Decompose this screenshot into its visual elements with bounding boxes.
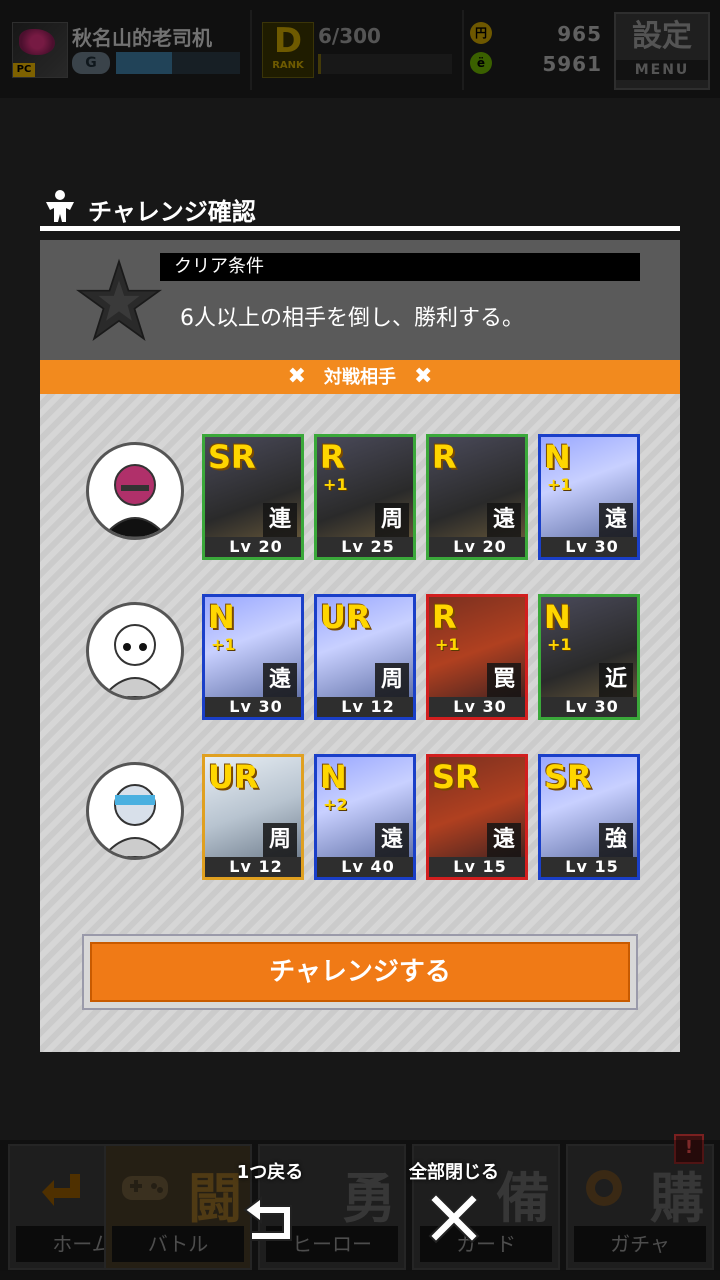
card-rarity: SR [432, 758, 480, 796]
opponent-card[interactable]: SR 強 Lv 15 [538, 754, 640, 880]
card-rarity: SR [208, 438, 256, 476]
card-rarity: N [320, 758, 347, 796]
card-level: Lv 20 [205, 537, 301, 557]
card-rarity: UR [320, 598, 371, 636]
close-all-label: 全部閉じる [409, 1162, 499, 1183]
card-type-badge: 遠 [487, 503, 521, 537]
opponents-label: 対戦相手 [324, 367, 396, 388]
opponent-portrait-icon [101, 464, 169, 537]
close-icon [428, 1192, 480, 1244]
opponent-row: UR 周 Lv 12 N +2 遠 Lv 40 SR 遠 Lv 15 SR 強 Lv 15 [40, 754, 680, 884]
card-plus: +1 [547, 475, 572, 494]
card-rarity: R [320, 438, 345, 476]
dialog-title: チャレンジ確認 [88, 198, 256, 226]
card-level: Lv 30 [541, 537, 637, 557]
opponent-card[interactable]: N +1 近 Lv 30 [538, 594, 640, 720]
challenge-dialog: クリア条件 6人以上の相手を倒し、勝利する。 ✖ 対戦相手 ✖ SR 連 Lv 20 R +… [40, 240, 680, 1052]
card-type-badge: 罠 [487, 663, 521, 697]
card-type-badge: 連 [263, 503, 297, 537]
opponents-header: ✖ 対戦相手 ✖ [40, 360, 680, 394]
opponent-portrait-icon [101, 784, 169, 857]
card-level: Lv 40 [317, 857, 413, 877]
card-type-badge: 遠 [375, 823, 409, 857]
opponent-row: SR 連 Lv 20 R +1 周 Lv 25 R 遠 Lv 20 N +1 遠 Lv 30 [40, 434, 680, 564]
card-level: Lv 30 [429, 697, 525, 717]
card-type-badge: 周 [375, 503, 409, 537]
card-type-badge: 遠 [599, 503, 633, 537]
card-level: Lv 25 [317, 537, 413, 557]
challenge-button[interactable]: チャレンジする [82, 934, 638, 1010]
card-rarity: N [544, 438, 571, 476]
opponent-portrait-icon [101, 624, 169, 697]
card-rarity: N [544, 598, 571, 636]
opponent-card[interactable]: N +1 遠 Lv 30 [202, 594, 304, 720]
close-all-control[interactable]: 全部閉じる [396, 1158, 512, 1244]
card-type-badge: 強 [599, 823, 633, 857]
card-rarity: UR [208, 758, 259, 796]
card-level: Lv 15 [429, 857, 525, 877]
card-type-badge: 遠 [263, 663, 297, 697]
card-rarity: N [208, 598, 235, 636]
challenge-button-label: チャレンジする [90, 942, 630, 1002]
card-rarity: R [432, 438, 457, 476]
cross-icon: ✖ [414, 364, 433, 389]
opponent-card[interactable]: UR 周 Lv 12 [314, 594, 416, 720]
opponent-card[interactable]: UR 周 Lv 12 [202, 754, 304, 880]
card-rarity: R [432, 598, 457, 636]
card-plus: +1 [435, 635, 460, 654]
opponent-card[interactable]: R +1 周 Lv 25 [314, 434, 416, 560]
condition-text: 6人以上の相手を倒し、勝利する。 [180, 306, 524, 331]
star-icon [76, 258, 162, 342]
opponent-card[interactable]: R +1 罠 Lv 30 [426, 594, 528, 720]
opponent-card[interactable]: N +2 遠 Lv 40 [314, 754, 416, 880]
card-type-badge: 周 [375, 663, 409, 697]
card-type-badge: 近 [599, 663, 633, 697]
card-level: Lv 30 [541, 697, 637, 717]
card-plus: +1 [323, 475, 348, 494]
opponent-avatar[interactable] [86, 762, 184, 860]
dialog-title-bar: チャレンジ確認 [42, 184, 682, 228]
opponent-card[interactable]: SR 遠 Lv 15 [426, 754, 528, 880]
nav-dim [0, 1140, 720, 1280]
card-rarity: SR [544, 758, 592, 796]
undo-arrow-icon [243, 1196, 292, 1241]
fighter-icon [46, 190, 74, 222]
card-level: Lv 12 [317, 697, 413, 717]
card-level: Lv 15 [541, 857, 637, 877]
opponent-card[interactable]: SR 連 Lv 20 [202, 434, 304, 560]
opponent-avatar[interactable] [86, 602, 184, 700]
opponent-card[interactable]: N +1 遠 Lv 30 [538, 434, 640, 560]
title-underline [40, 226, 680, 231]
card-type-badge: 周 [263, 823, 297, 857]
back-control[interactable]: 1つ戻る [218, 1158, 322, 1244]
card-type-badge: 遠 [487, 823, 521, 857]
card-plus: +2 [323, 795, 348, 814]
card-level: Lv 20 [429, 537, 525, 557]
cross-icon: ✖ [287, 364, 306, 389]
card-level: Lv 12 [205, 857, 301, 877]
card-plus: +1 [211, 635, 236, 654]
card-level: Lv 30 [205, 697, 301, 717]
card-plus: +1 [547, 635, 572, 654]
back-label: 1つ戻る [236, 1162, 304, 1183]
opponent-card[interactable]: R 遠 Lv 20 [426, 434, 528, 560]
opponent-row: N +1 遠 Lv 30 UR 周 Lv 12 R +1 罠 Lv 30 N +1 近 Lv 30 [40, 594, 680, 724]
condition-label: クリア条件 [160, 253, 640, 281]
clear-condition-section: クリア条件 6人以上の相手を倒し、勝利する。 [40, 240, 680, 360]
opponent-avatar[interactable] [86, 442, 184, 540]
